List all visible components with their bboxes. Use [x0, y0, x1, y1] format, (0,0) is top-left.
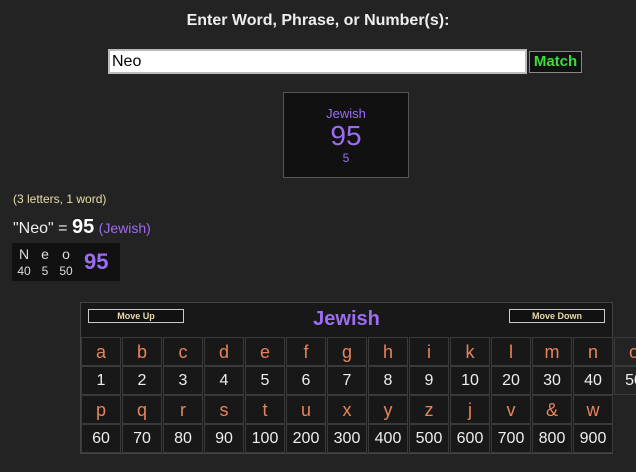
- cipher-letter-cell: v: [491, 395, 531, 424]
- cipher-letter-cell: m: [532, 337, 572, 366]
- search-input[interactable]: [108, 49, 527, 74]
- summary-cipher[interactable]: (Jewish): [99, 220, 151, 236]
- cipher-letter-cell: d: [204, 337, 244, 366]
- cipher-value-cell: 9: [409, 366, 449, 395]
- cipher-letter-cell: z: [409, 395, 449, 424]
- cipher-letter-cell: l: [491, 337, 531, 366]
- cipher-value-cell: 40: [573, 366, 613, 395]
- cipher-letter-cell: t: [245, 395, 285, 424]
- cipher-value-cell: 60: [81, 424, 121, 453]
- cipher-value-cell: 50: [614, 366, 636, 395]
- cipher-letter-cell: c: [163, 337, 203, 366]
- cipher-value-cell: 5: [245, 366, 285, 395]
- letter-word-count: (3 letters, 1 word): [13, 192, 107, 206]
- prompt-heading: Enter Word, Phrase, or Number(s):: [186, 12, 450, 29]
- cipher-letter-cell: h: [368, 337, 408, 366]
- cipher-value-cell: 80: [163, 424, 203, 453]
- cipher-value-cell: 700: [491, 424, 531, 453]
- cipher-value-cell: 1: [81, 366, 121, 395]
- cipher-letter-cell: &: [532, 395, 572, 424]
- breakdown-value: 50: [59, 264, 73, 278]
- cipher-letter-cell: a: [81, 337, 121, 366]
- cipher-value-cell: 100: [245, 424, 285, 453]
- result-box: Jewish 95 5: [283, 92, 409, 178]
- cipher-value-cell: 3: [163, 366, 203, 395]
- cipher-value-cell: 800: [532, 424, 572, 453]
- cipher-value-cell: 500: [409, 424, 449, 453]
- cipher-letter-cell: x: [327, 395, 367, 424]
- result-value: 95: [330, 120, 362, 151]
- letter-breakdown: N 40 e 5 o 50 95: [12, 243, 120, 281]
- summary-value: 95: [71, 216, 95, 238]
- match-button[interactable]: Match: [529, 51, 582, 73]
- cipher-letter-cell: k: [450, 337, 490, 366]
- breakdown-total: 95: [84, 249, 109, 274]
- breakdown-column: o 50: [58, 246, 74, 278]
- cipher-value-cell: 7: [327, 366, 367, 395]
- cipher-value-cell: 20: [491, 366, 531, 395]
- phrase-summary: "Neo" = 95 (Jewish): [13, 216, 151, 239]
- cipher-letter-cell: w: [573, 395, 613, 424]
- cipher-letter-cell: g: [327, 337, 367, 366]
- summary-equals: =: [53, 220, 72, 237]
- cipher-letter-cell: b: [122, 337, 162, 366]
- cipher-letter-cell: r: [163, 395, 203, 424]
- breakdown-letter: N: [18, 246, 30, 262]
- breakdown-letter: e: [41, 246, 49, 262]
- cipher-letter-cell: s: [204, 395, 244, 424]
- result-sub-value: 5: [342, 151, 350, 165]
- summary-phrase: "Neo": [13, 220, 54, 237]
- breakdown-column: N 40: [16, 246, 32, 278]
- cipher-value-cell: 4: [204, 366, 244, 395]
- cipher-letter-cell: o: [614, 337, 636, 366]
- cipher-letter-cell: q: [122, 395, 162, 424]
- cipher-value-cell: 600: [450, 424, 490, 453]
- cipher-value-cell: 8: [368, 366, 408, 395]
- cipher-table: Move Up Jewish Move Down abcdefghiklmno1…: [80, 302, 636, 454]
- result-cipher-name[interactable]: Jewish: [284, 106, 408, 121]
- cipher-letter-cell: j: [450, 395, 490, 424]
- cipher-value-cell: 300: [327, 424, 367, 453]
- cipher-letter-cell: f: [286, 337, 326, 366]
- cipher-value-cell: 400: [368, 424, 408, 453]
- cipher-letter-cell: y: [368, 395, 408, 424]
- breakdown-column: e 5: [37, 246, 53, 278]
- cipher-value-cell: 900: [573, 424, 613, 453]
- breakdown-letter: o: [62, 246, 70, 262]
- move-down-button[interactable]: Move Down: [509, 309, 605, 323]
- cipher-value-cell: 6: [286, 366, 326, 395]
- cipher-letter-cell: e: [245, 337, 285, 366]
- breakdown-value: 40: [17, 264, 31, 278]
- cipher-value-cell: 70: [122, 424, 162, 453]
- cipher-letter-cell: u: [286, 395, 326, 424]
- cipher-value-cell: 2: [122, 366, 162, 395]
- cipher-value-cell: 90: [204, 424, 244, 453]
- cipher-value-cell: 10: [450, 366, 490, 395]
- cipher-letter-cell: i: [409, 337, 449, 366]
- cipher-letter-cell: n: [573, 337, 613, 366]
- cipher-value-cell: 30: [532, 366, 572, 395]
- breakdown-value: 5: [41, 264, 49, 278]
- cipher-value-cell: 200: [286, 424, 326, 453]
- cipher-letter-cell: p: [81, 395, 121, 424]
